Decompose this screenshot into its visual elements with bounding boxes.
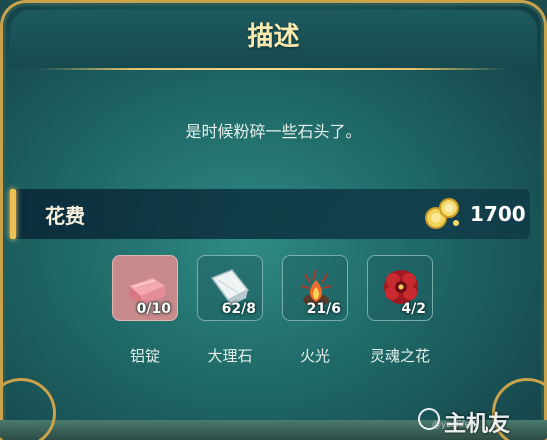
frame-corner-left — [0, 378, 56, 440]
material-slot-aluminum-ingot[interactable]: 0/10 — [112, 255, 178, 321]
cost-accent-bar — [10, 189, 16, 239]
material-slot-soul-flower[interactable]: 4/2 — [367, 255, 433, 321]
gold-coins-icon — [425, 198, 459, 229]
material-name: 大理石 — [207, 347, 253, 365]
watermark: 主机友 @yzsflfed — [418, 404, 547, 437]
material-name: 火光 — [299, 347, 330, 365]
material-count: 4/2 — [401, 301, 426, 317]
cost-value: 1700 — [470, 202, 526, 226]
panel-title: 描述 — [247, 22, 300, 52]
cost-label: 花费 — [45, 204, 85, 228]
material-slot-marble[interactable]: 62/8 — [197, 255, 263, 321]
material-count: 21/6 — [306, 301, 341, 317]
material-name: 铝锭 — [129, 347, 160, 365]
description-text: 是时候粉碎一些石头了。 — [185, 122, 362, 141]
material-count: 62/8 — [221, 301, 256, 317]
watermark-subtext: @yzsflfed — [432, 420, 476, 430]
material-slot-firelight[interactable]: 21/6 — [282, 255, 348, 321]
material-name: 灵魂之花 — [369, 347, 430, 365]
material-count: 0/10 — [136, 301, 171, 317]
title-divider — [40, 68, 507, 70]
